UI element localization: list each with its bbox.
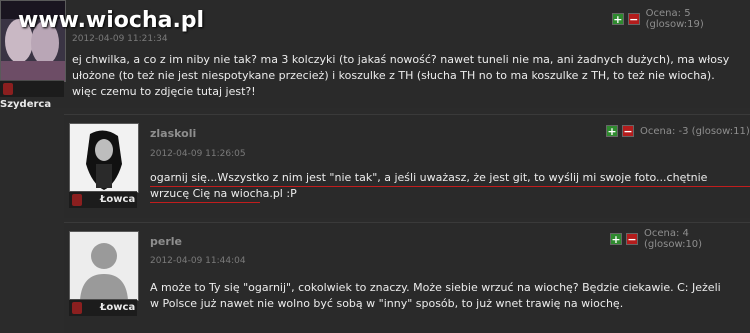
comment-date: 2012-04-09 11:26:05 bbox=[150, 149, 246, 159]
rank-icon bbox=[72, 302, 82, 314]
vote-minus-button[interactable]: − bbox=[627, 13, 640, 25]
comment-3: Łowca perle 2012-04-09 11:44:04 + − Ocen… bbox=[64, 222, 750, 333]
rank-icon bbox=[72, 194, 82, 206]
vote-minus-button[interactable]: − bbox=[622, 125, 634, 137]
username[interactable]: perle bbox=[150, 235, 182, 248]
avatar-perle[interactable] bbox=[69, 231, 139, 301]
avatar-image bbox=[70, 124, 138, 192]
comment-date: 2012-04-09 11:21:34 bbox=[72, 34, 168, 44]
rank-badge: Łowca bbox=[69, 299, 137, 316]
vote-box: + − Ocena: 5 (glosow:19) bbox=[612, 8, 750, 30]
red-underline bbox=[150, 202, 260, 203]
rank-badge: Szyderca bbox=[0, 80, 64, 110]
vote-plus-button[interactable]: + bbox=[610, 233, 622, 245]
default-avatar-icon bbox=[70, 232, 138, 300]
comment-text: A może to Ty się "ogarnij", cokolwiek to… bbox=[150, 281, 721, 310]
comment-1: Szyderca www.wiocha.pl 2012-04-09 11:21:… bbox=[0, 0, 750, 110]
score-text: Ocena: 5 (glosow:19) bbox=[645, 8, 704, 30]
comment-2: Łowca zlaskoli 2012-04-09 11:26:05 + − O… bbox=[64, 114, 750, 218]
vote-box: + − Ocena: -3 (glosow:11) bbox=[606, 124, 750, 138]
rank-icon bbox=[3, 83, 13, 95]
avatar-zlaskoli[interactable] bbox=[69, 123, 139, 193]
score-text: Ocena: 4 (glosow:10) bbox=[643, 228, 703, 250]
red-underline bbox=[150, 186, 750, 187]
comment-date: 2012-04-09 11:44:04 bbox=[150, 256, 246, 266]
site-watermark: www.wiocha.pl bbox=[18, 8, 205, 33]
rank-badge: Łowca bbox=[69, 191, 137, 208]
vote-plus-button[interactable]: + bbox=[606, 125, 618, 137]
username[interactable]: zlaskoli bbox=[150, 127, 196, 140]
vote-minus-button[interactable]: − bbox=[625, 233, 638, 245]
vote-plus-button[interactable]: + bbox=[612, 13, 624, 25]
vote-box: + − Ocena: 4 (glosow:10) bbox=[610, 228, 750, 250]
score-text: Ocena: -3 (glosow:11) bbox=[640, 125, 750, 137]
comment-text: ej chwilka, a co z im niby nie tak? ma 3… bbox=[72, 53, 730, 98]
